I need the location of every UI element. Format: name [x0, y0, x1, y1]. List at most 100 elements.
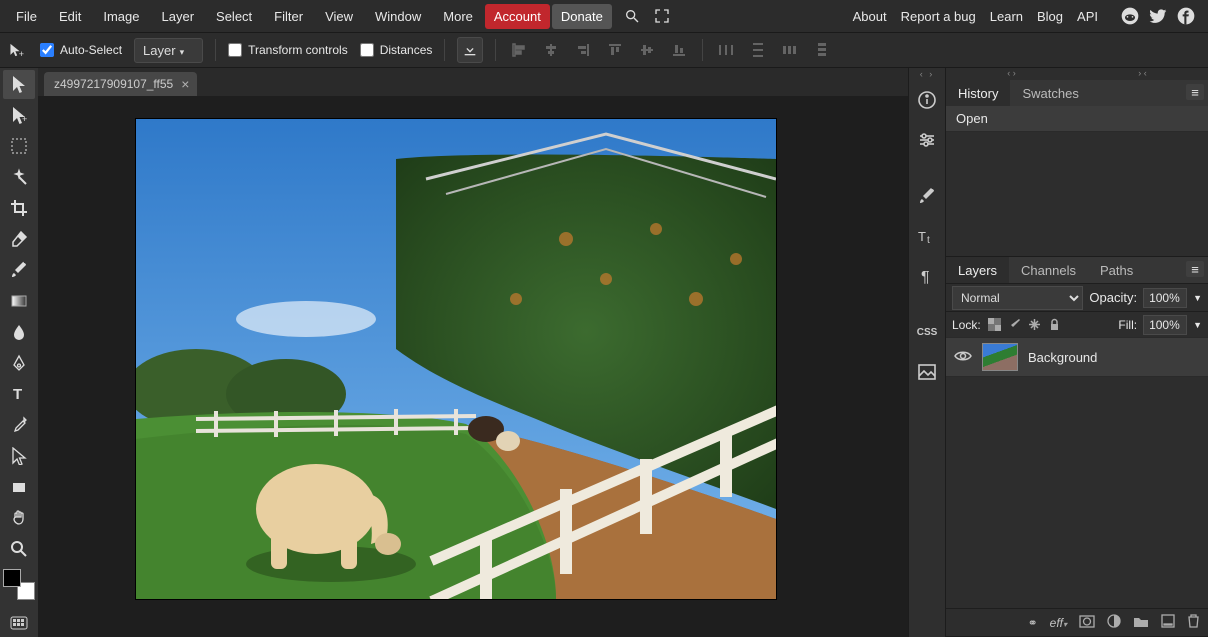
donate-button[interactable]: Donate — [552, 4, 612, 29]
close-tab-icon[interactable]: × — [181, 76, 189, 92]
delete-layer-icon[interactable] — [1187, 614, 1200, 631]
hand-tool[interactable] — [3, 503, 35, 532]
layer-name[interactable]: Background — [1028, 350, 1097, 365]
layer-group-select[interactable]: Layer▾ — [134, 38, 203, 63]
distribute-spacing-v-icon[interactable] — [811, 39, 833, 61]
marquee-tool[interactable] — [3, 132, 35, 161]
menu-layer[interactable]: Layer — [152, 3, 205, 30]
foreground-color[interactable] — [3, 569, 21, 587]
fullscreen-icon[interactable] — [654, 8, 670, 24]
menu-file[interactable]: File — [6, 3, 47, 30]
new-folder-icon[interactable] — [1133, 615, 1149, 631]
tab-layers[interactable]: Layers — [946, 257, 1009, 283]
lock-all-icon[interactable] — [1047, 317, 1063, 333]
align-top-icon[interactable] — [604, 39, 626, 61]
strip-handle[interactable]: ‹ › — [909, 68, 945, 80]
link-layers-icon[interactable]: ⚭ — [1028, 616, 1038, 630]
menu-filter[interactable]: Filter — [264, 3, 313, 30]
fill-dropdown-icon[interactable]: ▼ — [1193, 320, 1202, 330]
adjustment-layer-icon[interactable] — [1107, 614, 1121, 631]
lock-position-icon[interactable] — [1027, 317, 1043, 333]
lock-pixels-icon[interactable] — [1007, 317, 1023, 333]
new-layer-icon[interactable] — [1161, 614, 1175, 631]
blend-mode-select[interactable]: Normal — [952, 286, 1083, 310]
search-icon[interactable] — [624, 8, 640, 24]
opacity-dropdown-icon[interactable]: ▼ — [1193, 293, 1202, 303]
history-row[interactable]: Open — [946, 106, 1208, 132]
eyedropper-tool[interactable] — [3, 410, 35, 439]
layer-effects-icon[interactable]: eff▾ — [1050, 616, 1067, 630]
tab-channels[interactable]: Channels — [1009, 257, 1088, 283]
history-panel: History Swatches ≡ Open — [946, 80, 1208, 257]
menu-view[interactable]: View — [315, 3, 363, 30]
svg-text:¶: ¶ — [921, 269, 930, 286]
move-tool[interactable] — [3, 70, 35, 99]
transform-controls-checkbox[interactable]: Transform controls — [228, 43, 348, 57]
download-button[interactable] — [457, 37, 483, 63]
menu-image[interactable]: Image — [93, 3, 149, 30]
auto-select-checkbox[interactable]: Auto-Select — [40, 43, 122, 57]
link-report-bug[interactable]: Report a bug — [901, 9, 976, 24]
adjust-panel-icon[interactable] — [911, 122, 943, 158]
css-panel-icon[interactable]: CSS — [911, 314, 943, 350]
artboard-tool[interactable]: + — [3, 101, 35, 130]
path-select-tool[interactable] — [3, 441, 35, 470]
tab-history[interactable]: History — [946, 80, 1010, 106]
color-swatch[interactable] — [3, 569, 35, 600]
menu-window[interactable]: Window — [365, 3, 431, 30]
canvas-image[interactable] — [136, 119, 776, 599]
brush-tool[interactable] — [3, 256, 35, 285]
main-menu-bar: File Edit Image Layer Select Filter View… — [0, 0, 1208, 32]
link-learn[interactable]: Learn — [990, 9, 1023, 24]
menu-select[interactable]: Select — [206, 3, 262, 30]
menu-more[interactable]: More — [433, 3, 483, 30]
menu-edit[interactable]: Edit — [49, 3, 91, 30]
distribute-spacing-h-icon[interactable] — [779, 39, 801, 61]
lock-transparency-icon[interactable] — [987, 317, 1003, 333]
distances-checkbox[interactable]: Distances — [360, 43, 433, 57]
brush-panel-icon[interactable] — [911, 178, 943, 214]
distribute-h-icon[interactable] — [715, 39, 737, 61]
fill-value[interactable]: 100% — [1143, 315, 1187, 335]
opacity-value[interactable]: 100% — [1143, 288, 1187, 308]
layer-thumbnail[interactable] — [982, 343, 1018, 371]
align-center-v-icon[interactable] — [636, 39, 658, 61]
pen-tool[interactable] — [3, 349, 35, 378]
distribute-v-icon[interactable] — [747, 39, 769, 61]
info-panel-icon[interactable] — [911, 82, 943, 118]
document-tab[interactable]: z4997217909107_ff55 × — [44, 72, 197, 96]
type-tool[interactable]: T — [3, 380, 35, 409]
align-left-icon[interactable] — [508, 39, 530, 61]
reddit-icon[interactable] — [1120, 6, 1140, 26]
link-api[interactable]: API — [1077, 9, 1098, 24]
facebook-icon[interactable] — [1176, 6, 1196, 26]
link-blog[interactable]: Blog — [1037, 9, 1063, 24]
history-panel-menu-icon[interactable]: ≡ — [1186, 84, 1204, 100]
quickmask-tool[interactable] — [3, 608, 35, 637]
tab-paths[interactable]: Paths — [1088, 257, 1145, 283]
wand-tool[interactable] — [3, 163, 35, 192]
canvas-stage[interactable]: z4997217909107_ff55 × — [38, 68, 908, 637]
image-panel-icon[interactable] — [911, 354, 943, 390]
paragraph-panel-icon[interactable]: ¶ — [911, 258, 943, 294]
tab-swatches[interactable]: Swatches — [1010, 80, 1090, 106]
layer-row[interactable]: Background — [946, 337, 1208, 377]
shape-tool[interactable] — [3, 472, 35, 501]
link-about[interactable]: About — [853, 9, 887, 24]
add-mask-icon[interactable] — [1079, 615, 1095, 631]
character-panel-icon[interactable]: Tt — [911, 218, 943, 254]
zoom-tool[interactable] — [3, 534, 35, 563]
auto-select-label: Auto-Select — [60, 43, 122, 57]
blur-tool[interactable] — [3, 318, 35, 347]
visibility-toggle-icon[interactable] — [954, 349, 972, 366]
align-right-icon[interactable] — [572, 39, 594, 61]
crop-tool[interactable] — [3, 194, 35, 223]
align-center-h-icon[interactable] — [540, 39, 562, 61]
account-button[interactable]: Account — [485, 4, 550, 29]
layers-panel-menu-icon[interactable]: ≡ — [1186, 261, 1204, 277]
eraser-tool[interactable] — [3, 225, 35, 254]
gradient-tool[interactable] — [3, 287, 35, 316]
align-bottom-icon[interactable] — [668, 39, 690, 61]
collapsed-panel-strip: ‹ › Tt ¶ CSS — [908, 68, 946, 637]
twitter-icon[interactable] — [1148, 6, 1168, 26]
